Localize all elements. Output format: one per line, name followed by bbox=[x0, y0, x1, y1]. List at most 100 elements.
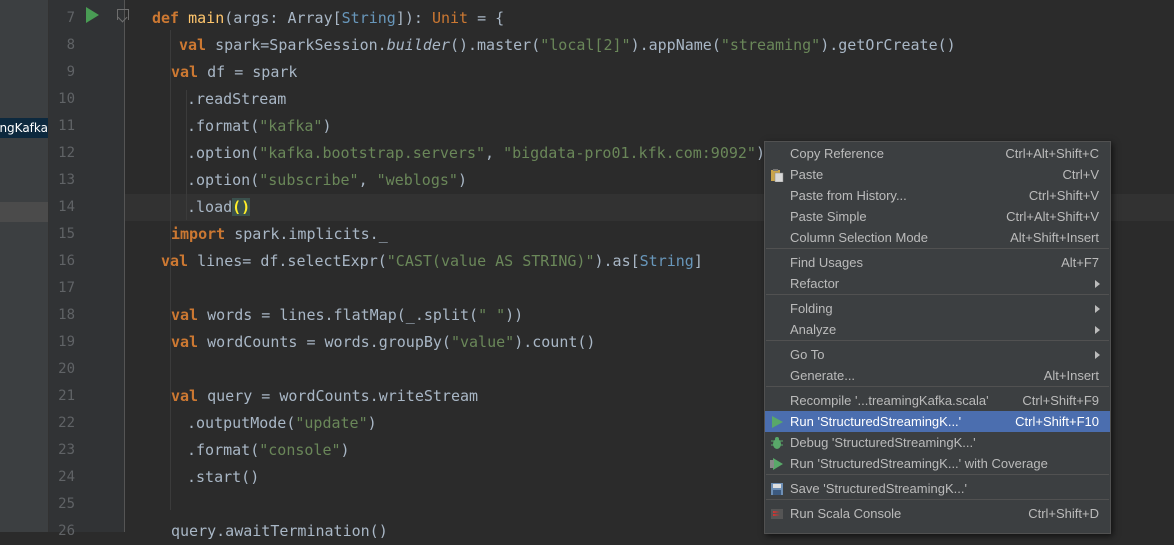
fold-marker-icon[interactable] bbox=[117, 9, 129, 20]
code-line-21[interactable]: val query = wordCounts.writeStream bbox=[171, 383, 478, 410]
code-text: , bbox=[358, 171, 377, 189]
code-line-16[interactable]: val lines= df.selectExpr("CAST(value AS … bbox=[161, 248, 703, 275]
menu-item-shortcut: Ctrl+Shift+V bbox=[1028, 188, 1099, 203]
code-text: , bbox=[485, 144, 504, 162]
menu-item-label: Go To bbox=[790, 347, 825, 362]
menu-item-paste[interactable]: Paste Ctrl+V bbox=[765, 164, 1110, 185]
string-literal: "streaming" bbox=[720, 36, 821, 54]
line-number: 25 bbox=[58, 496, 75, 512]
code-line-10[interactable]: .readStream bbox=[187, 86, 286, 113]
string-literal: "update" bbox=[295, 414, 368, 432]
string-literal: "value" bbox=[450, 333, 515, 351]
code-line-23[interactable]: .format("console") bbox=[187, 437, 350, 464]
menu-item-run-structuredstreamingk-with-coverage[interactable]: Run 'StructuredStreamingK...' with Cover… bbox=[765, 453, 1110, 474]
scala-console-icon bbox=[770, 506, 784, 520]
menu-item-copy-reference[interactable]: Copy Reference Ctrl+Alt+Shift+C bbox=[765, 143, 1110, 164]
code-line-11[interactable]: .format("kafka") bbox=[187, 113, 332, 140]
line-number: 14 bbox=[58, 199, 75, 215]
menu-item-go-to[interactable]: Go To bbox=[765, 344, 1110, 365]
code-line-13[interactable]: .option("subscribe", "weblogs") bbox=[187, 167, 467, 194]
function-name: main bbox=[188, 9, 225, 27]
menu-item-shortcut: Alt+Insert bbox=[1043, 368, 1099, 383]
code-line-19[interactable]: val wordCounts = words.groupBy("value").… bbox=[171, 329, 595, 356]
type-param: String bbox=[341, 9, 396, 27]
code-line-15[interactable]: import spark.implicits._ bbox=[171, 221, 388, 248]
menu-item-analyze[interactable]: Analyze bbox=[765, 319, 1110, 340]
code-text: query = wordCounts.writeStream bbox=[207, 387, 479, 405]
menu-item-find-usages[interactable]: Find Usages Alt+F7 bbox=[765, 252, 1110, 273]
code-text: = { bbox=[468, 9, 505, 27]
code-text: lines= df.selectExpr( bbox=[197, 252, 387, 270]
code-text: .option( bbox=[187, 144, 260, 162]
line-number: 17 bbox=[58, 280, 75, 296]
menu-item-shortcut: Ctrl+Shift+F9 bbox=[1022, 393, 1099, 408]
menu-item-debug-structuredstreamingk[interactable]: Debug 'StructuredStreamingK...' bbox=[765, 432, 1110, 453]
code-line-8[interactable]: val spark=SparkSession.builder().master(… bbox=[179, 32, 956, 59]
menu-item-label: Run 'StructuredStreamingK...' bbox=[790, 414, 962, 429]
line-number: 18 bbox=[58, 307, 75, 323]
code-line-18[interactable]: val words = lines.flatMap(_.split(" ")) bbox=[171, 302, 523, 329]
code-text: )) bbox=[505, 306, 524, 324]
matched-brackets: () bbox=[232, 198, 251, 216]
submenu-arrow-icon bbox=[1095, 305, 1100, 313]
menu-item-shortcut: Ctrl+V bbox=[1062, 167, 1099, 182]
menu-separator bbox=[766, 248, 1109, 249]
keyword: val bbox=[171, 63, 208, 81]
keyword: val bbox=[161, 252, 198, 270]
string-literal: "weblogs" bbox=[376, 171, 458, 189]
submenu-arrow-icon bbox=[1095, 280, 1100, 288]
code-text: ) bbox=[322, 117, 332, 135]
line-number: 15 bbox=[58, 226, 75, 242]
code-text: spark.implicits._ bbox=[234, 225, 388, 243]
code-line-14[interactable]: .load() bbox=[187, 194, 251, 221]
code-text: .outputMode( bbox=[187, 414, 296, 432]
code-text: wordCounts = words.groupBy( bbox=[207, 333, 451, 351]
run-gutter-icon[interactable] bbox=[86, 7, 99, 23]
menu-item-paste-from-history[interactable]: Paste from History... Ctrl+Shift+V bbox=[765, 185, 1110, 206]
menu-item-column-selection-mode[interactable]: Column Selection Mode Alt+Shift+Insert bbox=[765, 227, 1110, 248]
menu-separator bbox=[766, 340, 1109, 341]
type-param: String bbox=[639, 252, 694, 270]
line-number: 20 bbox=[58, 361, 75, 377]
code-line-22[interactable]: .outputMode("update") bbox=[187, 410, 377, 437]
menu-separator bbox=[766, 294, 1109, 295]
code-text: ).appName( bbox=[630, 36, 721, 54]
code-text: .readStream bbox=[187, 90, 287, 108]
menu-item-refactor[interactable]: Refactor bbox=[765, 273, 1110, 294]
menu-item-run-scala-console[interactable]: Run Scala Console Ctrl+Shift+D bbox=[765, 503, 1110, 524]
method-italic: builder bbox=[386, 36, 450, 54]
project-tree-item[interactable] bbox=[0, 202, 48, 222]
line-number: 10 bbox=[58, 91, 75, 107]
menu-item-shortcut: Alt+Shift+Insert bbox=[1010, 230, 1099, 245]
code-text: ]): bbox=[395, 9, 432, 27]
menu-item-label: Refactor bbox=[790, 276, 840, 291]
menu-item-folding[interactable]: Folding bbox=[765, 298, 1110, 319]
code-line-7[interactable]: def main(args: Array[String]): Unit = { bbox=[152, 5, 504, 32]
code-text: ] bbox=[693, 252, 703, 270]
run-icon bbox=[770, 414, 784, 428]
string-literal: "CAST(value AS STRING)" bbox=[386, 252, 595, 270]
code-line-9[interactable]: val df = spark bbox=[171, 59, 297, 86]
code-text: .format( bbox=[187, 117, 260, 135]
code-text: ).getOrCreate() bbox=[820, 36, 956, 54]
save-icon bbox=[770, 481, 784, 495]
code-text: (args: Array[ bbox=[224, 9, 342, 27]
code-line-12[interactable]: .option("kafka.bootstrap.servers", "bigd… bbox=[187, 140, 765, 167]
menu-item-paste-simple[interactable]: Paste Simple Ctrl+Alt+Shift+V bbox=[765, 206, 1110, 227]
project-item-label: StructuredStreamingKafka bbox=[0, 121, 48, 135]
line-number: 23 bbox=[58, 442, 75, 458]
code-text: .format( bbox=[187, 441, 260, 459]
menu-item-save-structuredstreamingk[interactable]: Save 'StructuredStreamingK...' bbox=[765, 478, 1110, 499]
keyword: val bbox=[179, 36, 216, 54]
code-text: .start() bbox=[187, 468, 260, 486]
menu-item-generate[interactable]: Generate... Alt+Insert bbox=[765, 365, 1110, 386]
keyword: val bbox=[171, 333, 208, 351]
line-number: 8 bbox=[66, 37, 75, 53]
menu-item-recompile-treamingkafka-scala[interactable]: Recompile '...treamingKafka.scala' Ctrl+S… bbox=[765, 390, 1110, 411]
menu-item-shortcut: Ctrl+Alt+Shift+C bbox=[1005, 146, 1099, 161]
menu-item-label: Find Usages bbox=[790, 255, 863, 270]
submenu-arrow-icon bbox=[1095, 326, 1100, 334]
project-tree-item-selected[interactable]: StructuredStreamingKafka bbox=[0, 118, 48, 138]
code-line-24[interactable]: .start() bbox=[187, 464, 259, 491]
menu-item-run-structuredstreamingk[interactable]: Run 'StructuredStreamingK...' Ctrl+Shift+… bbox=[765, 411, 1110, 432]
